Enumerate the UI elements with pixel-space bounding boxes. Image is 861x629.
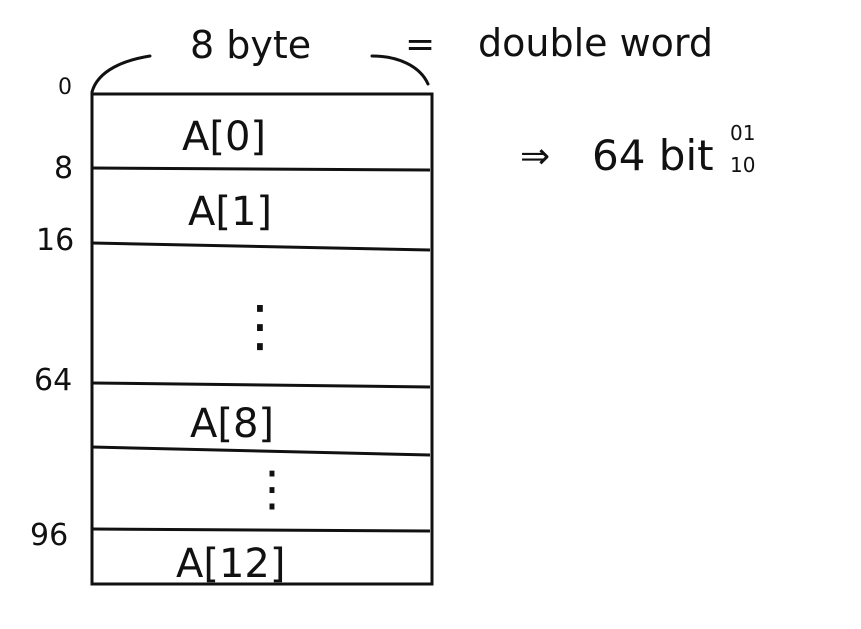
row-divider [91, 241, 431, 252]
row-divider [91, 445, 431, 457]
row-divider [91, 381, 431, 389]
width-brace-left [90, 54, 152, 94]
ellipsis-label: ⋮ [232, 294, 288, 359]
binary-bottom: 10 [730, 153, 755, 177]
word-label: double word [478, 21, 713, 65]
cell-label: A[0] [182, 114, 266, 160]
cell-label: A[1] [188, 189, 272, 235]
offset-label: 0 [58, 75, 72, 100]
bits-label: 64 bit [592, 131, 714, 180]
offset-label: 16 [36, 223, 74, 258]
offset-label: 96 [30, 518, 68, 553]
equals-sign: = [405, 24, 435, 65]
offset-label: 8 [54, 151, 73, 186]
binary-top: 01 [730, 121, 755, 145]
width-label: 8 byte [190, 23, 311, 67]
row-divider [91, 166, 431, 172]
ellipsis-label: ⋮ [248, 461, 296, 517]
implies-arrow: ⇒ [520, 136, 550, 177]
offset-label: 64 [34, 363, 72, 398]
cell-label: A[12] [176, 541, 285, 587]
cell-label: A[8] [190, 401, 274, 447]
memory-layout-diagram: 8 byte = double word ⇒ 64 bit 01 10 0 8 … [30, 21, 755, 587]
row-divider [91, 527, 431, 533]
